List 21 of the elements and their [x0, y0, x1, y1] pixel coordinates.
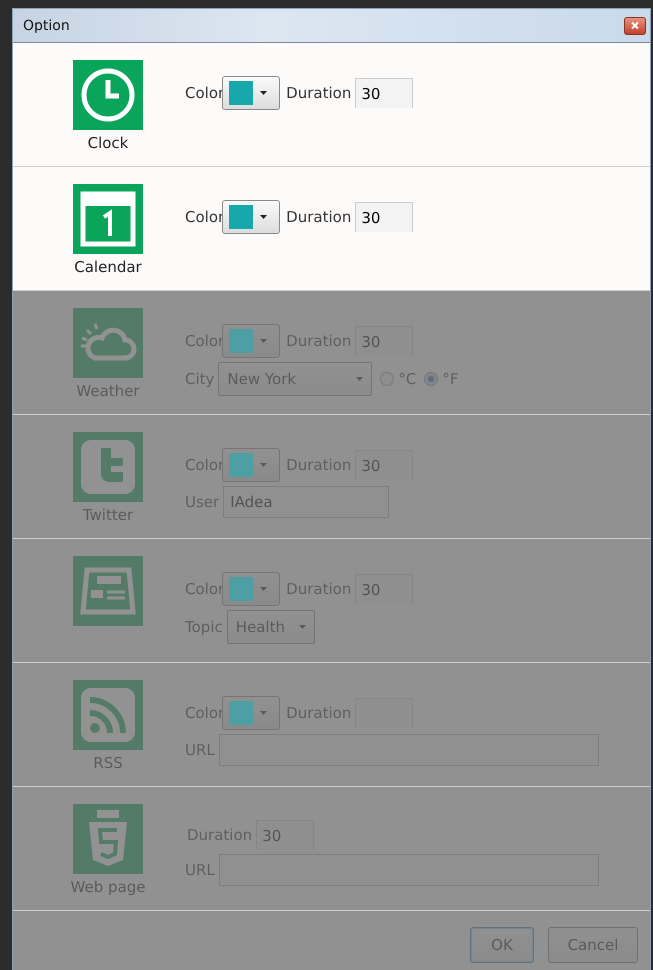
window-title: Option: [23, 18, 70, 34]
close-button[interactable]: [624, 16, 646, 34]
app-name: Weather: [76, 382, 140, 400]
close-icon: [630, 21, 640, 30]
caret-icon: [260, 91, 268, 95]
duration-field[interactable]: 30: [355, 202, 414, 232]
calendar-icon: [73, 184, 143, 254]
app-name: Twitter: [82, 506, 134, 524]
duration-label: Duration: [286, 84, 352, 102]
color-picker[interactable]: [222, 76, 280, 110]
duration-field[interactable]: 30: [355, 78, 414, 108]
color-label: Color: [185, 208, 224, 226]
color-label: Color: [185, 84, 224, 102]
app-name: Calendar: [74, 258, 142, 276]
caret-icon: [260, 215, 268, 219]
clock-icon: [73, 60, 143, 130]
app-name: Web page: [70, 878, 146, 896]
duration-label: Duration: [286, 208, 352, 226]
app-name: RSS: [93, 754, 123, 772]
color-picker[interactable]: [222, 200, 280, 234]
app-name: Clock: [88, 134, 128, 152]
